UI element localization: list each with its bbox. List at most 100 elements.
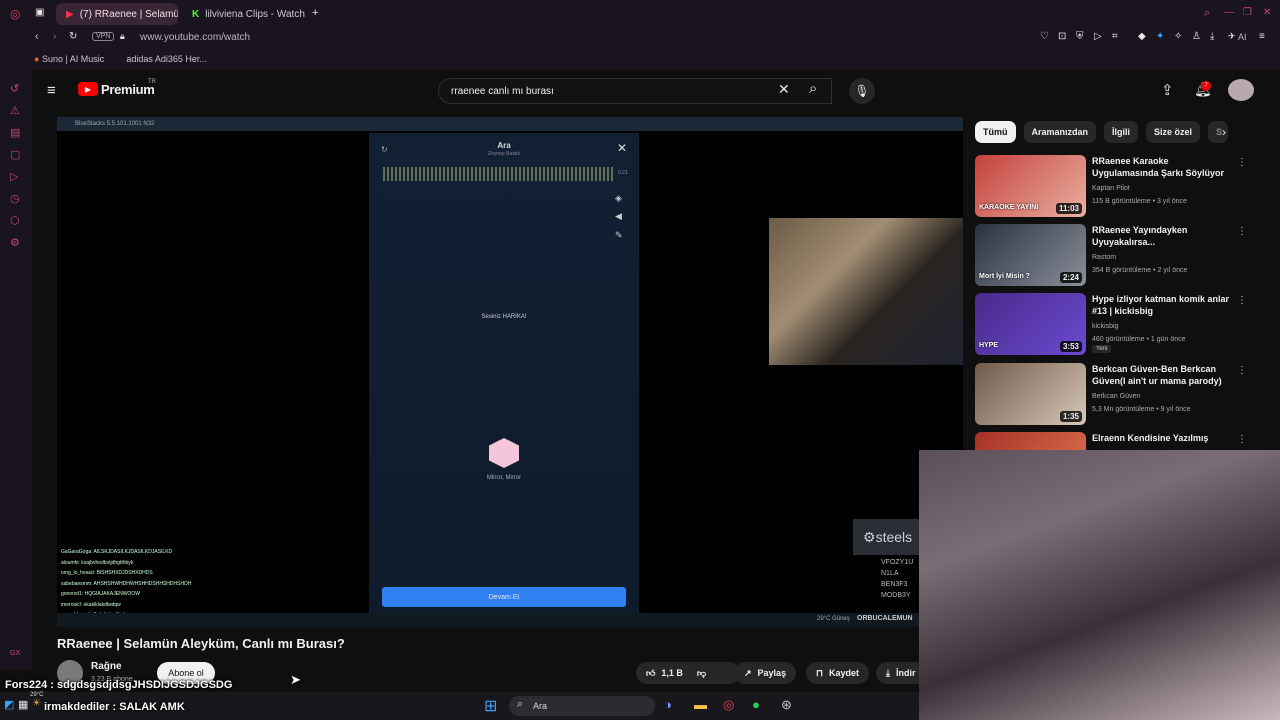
menu-icon[interactable]: ≡ [1259, 31, 1265, 42]
clock-icon[interactable]: ◷ [10, 192, 20, 205]
aria-sidebar-icon[interactable]: ⚠ [10, 104, 20, 117]
download-icon[interactable]: ⤓ [1210, 31, 1214, 42]
video-thumbnail[interactable]: HYPE 3:53 [975, 293, 1086, 355]
extension-2-icon[interactable]: ✦ [1156, 31, 1164, 42]
clear-search-icon[interactable]: ✕ [778, 81, 790, 98]
video-player[interactable]: BlueStacks 5.5.101.1001 N32 ↻ Ara Zeynep… [57, 117, 963, 627]
messenger-icon[interactable]: ▢ [10, 148, 20, 161]
close-window-icon[interactable]: ✕ [1263, 7, 1271, 18]
steam-icon[interactable]: ⊛ [781, 697, 792, 713]
new-tab-icon[interactable]: + [312, 7, 318, 19]
bookmark-label: Suno | AI Music [41, 54, 105, 64]
more-options-icon[interactable]: ⋮ [1237, 434, 1247, 445]
hamburger-menu-icon[interactable]: ≡ [47, 82, 56, 99]
ai-label[interactable]: AI [1238, 32, 1247, 42]
more-options-icon[interactable]: ⋮ [1237, 157, 1247, 168]
url-field[interactable]: www.youtube.com/watch [140, 32, 250, 43]
search-icon[interactable]: ⌕ [809, 80, 817, 97]
like-count[interactable]: 1,1 B [661, 668, 683, 678]
settings-icon[interactable]: ⚙ [10, 236, 20, 249]
search-input[interactable]: rraenee canlı mı burası [451, 86, 554, 97]
opera-taskbar-icon[interactable]: ◎ [723, 697, 734, 713]
recommendation-channel[interactable]: Kaptan Pilot [1092, 185, 1130, 192]
file-explorer-icon[interactable]: ▬ [694, 697, 707, 712]
share-button[interactable]: ↗ Paylaş [734, 662, 797, 684]
recommendation-item[interactable]: KARAOKE YAYINI 11:03 RRaenee Karaoke Uygul… [975, 155, 1265, 219]
recommendation-title[interactable]: RRaenee Karaoke Uygulamasında Şarkı Söyl… [1092, 155, 1232, 179]
chip-related[interactable]: İlgili [1104, 121, 1139, 143]
video-thumbnail[interactable] [975, 432, 1086, 450]
spotify-icon[interactable]: ● [752, 697, 760, 712]
chip-for-you[interactable]: Size özel [1146, 121, 1201, 143]
play-icon[interactable]: ▷ [1094, 31, 1102, 42]
search-box[interactable]: rraenee canlı mı burası [438, 78, 832, 104]
wallet-icon[interactable]: ▤ [10, 126, 20, 139]
taskbar-search[interactable]: ⌕ Ara [509, 696, 655, 716]
taskbar-weather: 29°C [30, 692, 44, 698]
chevron-right-icon[interactable]: › [1222, 125, 1226, 139]
dislike-icon[interactable]: 👎︎ [697, 668, 706, 679]
shield-icon[interactable]: ⛨ [1076, 31, 1084, 42]
video-thumbnail[interactable]: Mort İyi Misin ? 2:24 [975, 224, 1086, 286]
opera-icon[interactable]: ◎ [10, 7, 20, 21]
bookmark-adidas[interactable]: adidas Adi365 Her... [126, 54, 207, 64]
ticker-item: BEN3F3 [881, 581, 908, 588]
chip-all[interactable]: Tümü [975, 121, 1016, 143]
tab-kick[interactable]: K lilviviena Clips - Watch Liv [182, 3, 306, 25]
task-icon[interactable]: ▦ [18, 698, 28, 711]
video-thumbnail[interactable]: KARAOKE YAYINI 11:03 [975, 155, 1086, 217]
video-thumbnail[interactable]: 1:35 [975, 363, 1086, 425]
widget-icon[interactable]: ◩ [4, 698, 14, 711]
voice-search-icon[interactable]: 🎙︎ [849, 78, 875, 104]
player-sidebar-icon[interactable]: ▷ [10, 170, 18, 183]
recommendation-item[interactable]: HYPE 3:53 Hype izliyor katman komik anlar … [975, 293, 1265, 357]
minimize-icon[interactable]: — [1224, 7, 1234, 18]
history-icon[interactable]: ↺ [10, 82, 19, 95]
vpn-badge[interactable]: VPN [92, 32, 115, 41]
forward-icon[interactable]: › [53, 31, 56, 42]
tab-switch-icon[interactable]: ▣ [35, 7, 44, 18]
back-icon[interactable]: ‹ [35, 31, 38, 42]
recommendation-title[interactable]: RRaenee Yayındayken Uyuyakalırsa... [1092, 224, 1232, 248]
weather-taskbar-icon[interactable]: ☀ [32, 698, 41, 709]
recommendation-title[interactable]: Hype izliyor katman komik anlar #13 | ki… [1092, 293, 1232, 317]
channel-name[interactable]: Rağne [91, 661, 122, 672]
duration-badge: 11:03 [1055, 203, 1082, 214]
recommendation-title[interactable]: Berkcan Güven-Ben Berkcan Güven(I ain't … [1092, 363, 1232, 387]
more-options-icon[interactable]: ⋮ [1237, 365, 1247, 376]
snapshot-icon[interactable]: ⊡ [1058, 31, 1066, 42]
bookmark-icon[interactable]: ♡ [1040, 31, 1049, 42]
gx-icon[interactable]: GX [10, 650, 20, 657]
recommendation-title[interactable]: Elraenn Kendisine Yazılmış [1092, 432, 1232, 444]
cube-icon[interactable]: ⬡ [10, 214, 20, 227]
aria-icon[interactable]: ✈ [1228, 31, 1236, 42]
upload-icon[interactable]: ⇪ [1161, 81, 1174, 99]
recommendation-item[interactable]: 1:35 Berkcan Güven-Ben Berkcan Güven(I ai… [975, 363, 1265, 427]
profile-icon[interactable]: ♙ [1192, 31, 1201, 42]
like-icon[interactable]: 👍︎ [646, 668, 655, 679]
recommendation-channel[interactable]: Berkcan Güven [1092, 393, 1140, 400]
extension-icon[interactable]: ◆ [1138, 31, 1146, 42]
tab-youtube[interactable]: ▶ (7) RRaenee | Selamün [56, 3, 178, 25]
more-options-icon[interactable]: ⋮ [1237, 226, 1247, 237]
copilot-icon[interactable]: ◑ [664, 697, 672, 712]
download-button[interactable]: ⤓ İndir [876, 662, 919, 684]
recommendation-item[interactable]: Mort İyi Misin ? 2:24 RRaenee Yayındayken … [975, 224, 1265, 288]
chip-from-search[interactable]: Aramanızdan [1023, 121, 1097, 143]
crop-icon[interactable]: ⌗ [1112, 31, 1118, 42]
recommendation-item[interactable]: Elraenn Kendisine Yazılmış ⋮ [975, 432, 1265, 450]
windows-start-icon[interactable]: ⊞ [484, 696, 497, 716]
puzzle-icon[interactable]: ✧ [1174, 31, 1182, 42]
more-options-icon[interactable]: ⋮ [1237, 295, 1247, 306]
maximize-icon[interactable]: ❐ [1243, 7, 1252, 18]
reload-icon[interactable]: ↻ [69, 31, 77, 42]
youtube-logo-icon[interactable]: ▶ [78, 82, 98, 96]
stream-chat-log: GaGaraGoga: AILSKJDASILKJDASILKDJASILKD … [61, 547, 361, 621]
bookmark-suno[interactable]: ● Suno | AI Music [34, 54, 104, 64]
avatar[interactable] [1228, 79, 1254, 101]
save-button[interactable]: ⊓ Kaydet [806, 662, 870, 684]
recommendation-channel[interactable]: kickisbig [1092, 323, 1118, 330]
recommendation-channel[interactable]: Rastom [1092, 254, 1116, 261]
search-tabs-icon[interactable]: ⌕ [1204, 7, 1210, 20]
youtube-premium-logo[interactable]: Premium [101, 82, 155, 97]
